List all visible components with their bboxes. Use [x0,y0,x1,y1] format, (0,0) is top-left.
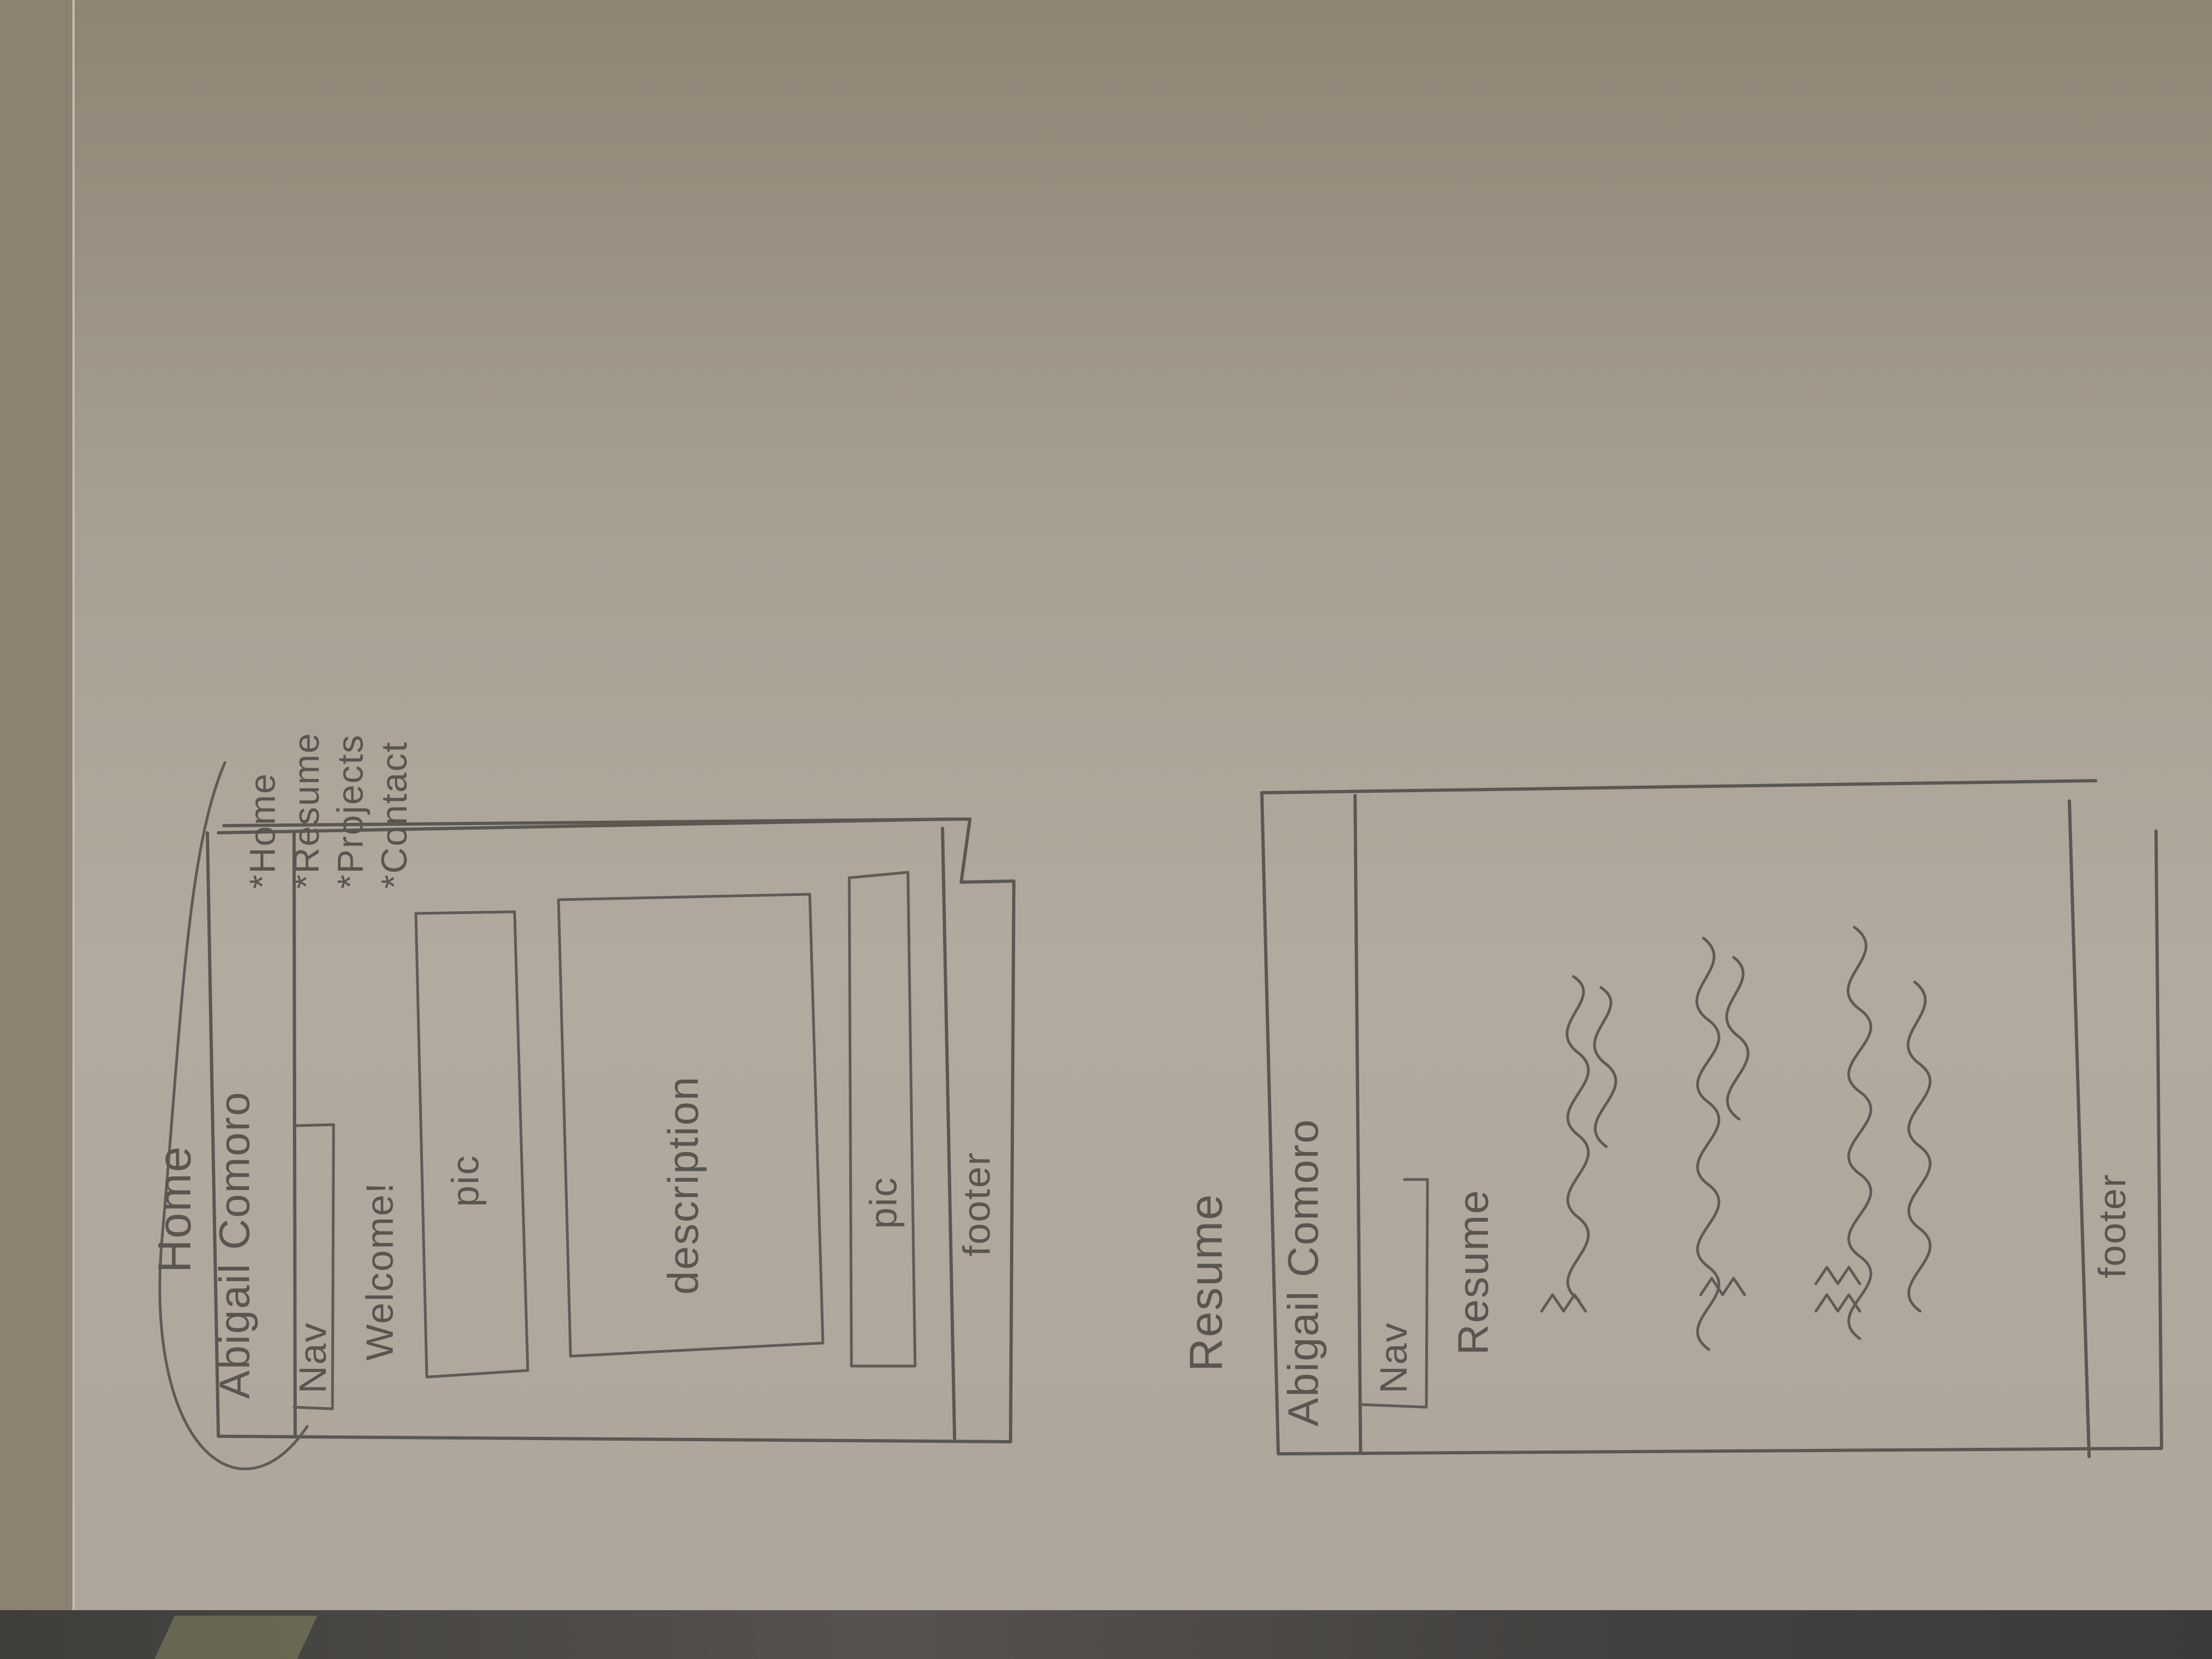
home-welcome-text: Welcome! [358,1182,401,1361]
resume-footer-divider [2068,799,2091,1458]
home-nav-label: Nav [291,1322,334,1393]
resume-page-label: Resume [1180,1193,1232,1372]
home-pic-label-top: pic [444,1154,487,1207]
home-pic-box-top [414,910,529,1379]
resume-content-squiggle-4 [1725,956,1750,1121]
home-nav-item-resume: *Resume [286,732,326,889]
resume-nav-label: Nav [1372,1322,1415,1393]
resume-heading: Resume [1449,1189,1497,1355]
home-page-label: Home [149,1145,200,1273]
home-pic-box-bottom [848,871,917,1368]
home-description-label: description [659,1075,707,1295]
resume-content-squiggle-3 [1695,936,1720,1351]
resume-top-line [1260,779,2097,794]
resume-bullet-mark-3 [1814,1266,1861,1313]
home-pic-label-bottom: pic [862,1176,905,1229]
home-footer-label: footer [955,1152,998,1256]
resume-bullet-mark-2 [1699,1277,1746,1296]
resume-site-name: Abigail Comoro [1279,1118,1327,1426]
resume-content-squiggle-5 [1847,926,1872,1340]
home-nav-item-projects: *Projects [330,733,370,889]
home-nav-item-home: *Home [242,772,283,889]
resume-bullet-mark-1 [1540,1293,1587,1313]
home-site-name: Abigail Comoro [210,1091,258,1399]
wireframe-sketch: Home Abigail Comoro Nav Welcome! pic des… [0,0,2212,1659]
resume-content-squiggle-1 [1565,975,1590,1302]
resume-content-squiggle-2 [1593,986,1617,1148]
home-footer-divider [941,827,956,1440]
resume-footer-label: footer [2091,1173,2134,1278]
resume-header-divider [1353,794,1362,1454]
home-nav-item-contact: *Contact [374,741,414,889]
resume-content-squiggle-6 [1906,980,1932,1313]
